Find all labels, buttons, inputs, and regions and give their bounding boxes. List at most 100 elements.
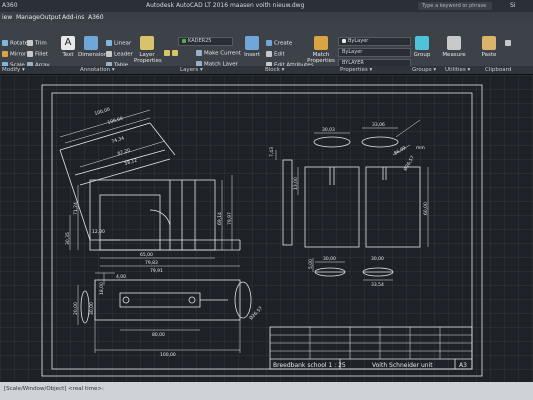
dim-65: 65,00: [140, 252, 153, 258]
edit-block-icon: [266, 51, 272, 57]
dim-80-00: 80,00: [152, 332, 165, 338]
linear-icon: [106, 40, 112, 46]
dim-18: 18,00: [99, 282, 105, 295]
clipboard-copy-icons[interactable]: [505, 40, 513, 47]
panel-label-block[interactable]: Block ▾: [265, 67, 284, 73]
create-block-icon: [266, 40, 272, 46]
panel-label-properties[interactable]: Properties ▾: [340, 67, 372, 73]
dim-diameter-2: Ø26,57: [402, 154, 416, 172]
panel-label-groups[interactable]: Groups ▾: [412, 67, 436, 73]
color-swatch: [342, 38, 346, 43]
dim-mm: mm: [416, 146, 425, 151]
text-button[interactable]: A Text: [58, 36, 78, 58]
front-view-right: [361, 119, 429, 248]
edit-block-button[interactable]: Edit: [266, 51, 285, 58]
panel-label-annotation[interactable]: Annotation ▾: [80, 67, 115, 73]
autocad-window: A360 Autodesk AutoCAD LT 2016 maasen voi…: [0, 0, 533, 400]
ribbon-tabs: iew Manage Output Add-ins A360: [0, 12, 533, 23]
dim-67: 67,20: [117, 147, 131, 157]
dimension-button[interactable]: Dimension: [78, 36, 107, 58]
quick-access-label[interactable]: A360: [2, 0, 18, 12]
rotate-button[interactable]: Rotate: [2, 40, 28, 47]
insert-button[interactable]: Insert: [242, 36, 262, 58]
text-icon: A: [61, 36, 75, 50]
tab-add-ins[interactable]: Add-ins: [62, 14, 84, 21]
linear-button[interactable]: Linear: [106, 40, 131, 47]
measure-button[interactable]: Measure: [440, 36, 468, 58]
fillet-icon: [27, 51, 33, 57]
narrow-plate-view: [275, 150, 293, 246]
dim-100-00: 100,00: [160, 352, 176, 358]
paste-icon: [482, 36, 496, 50]
sun-icon: [172, 50, 178, 56]
dim-30-00-b: 30,00: [371, 256, 384, 262]
leader-button[interactable]: Leader: [106, 51, 133, 58]
layer-tools-icons[interactable]: [164, 50, 180, 57]
search-input[interactable]: Type a keyword or phrase: [418, 2, 492, 10]
panel-label-modify[interactable]: Modify ▾: [2, 67, 25, 73]
dim-33-54: 33,54: [371, 282, 384, 288]
window-title: Autodesk AutoCAD LT 2016 maasen voith ni…: [146, 2, 305, 9]
copy-icon: [505, 40, 511, 46]
dim-58: 58,12: [124, 157, 138, 167]
dim-79-97: 79,97: [227, 212, 233, 225]
mirror-icon: [2, 51, 8, 57]
tab-manage[interactable]: Manage: [16, 14, 40, 21]
linetype-dropdown[interactable]: ByLayer: [338, 48, 411, 57]
mirror-button[interactable]: Mirror: [2, 51, 26, 58]
match-properties-button[interactable]: Match Properties: [306, 36, 336, 64]
dim-69-14: 69,14: [217, 212, 223, 225]
panel-label-utilities[interactable]: Utilities ▾: [445, 67, 470, 73]
dimension-icon: [84, 36, 98, 50]
dim-20-00: 20,00: [73, 302, 79, 315]
dim-7-43: 7,43: [269, 147, 275, 157]
dim-100-a: 100,00: [94, 107, 111, 117]
paste-button[interactable]: Paste: [478, 36, 500, 58]
insert-icon: [245, 36, 259, 50]
measure-icon: [447, 36, 461, 50]
sheet-border: [41, 84, 483, 377]
dim-30-35: 30,35: [65, 232, 71, 245]
group-button[interactable]: Group: [412, 36, 432, 58]
ribbon: Rotate Trim Mirror Fillet Scale Array AT…: [0, 23, 533, 72]
trim-icon: [27, 40, 33, 46]
title-bar: A360 Autodesk AutoCAD LT 2016 maasen voi…: [0, 0, 533, 12]
make-current-icon: [196, 50, 202, 56]
create-block-button[interactable]: Create: [266, 40, 292, 47]
drawing-canvas[interactable]: 100,00 100,00 74,34 67,20 58,12 71,24 30…: [0, 75, 533, 382]
dim-79-83: 79,83: [145, 260, 158, 266]
trim-button[interactable]: Trim: [27, 40, 47, 47]
rotate-icon: [2, 40, 8, 46]
tab-output[interactable]: Output: [40, 14, 61, 21]
fillet-button[interactable]: Fillet: [27, 51, 48, 58]
layer-properties-icon: [140, 36, 154, 50]
group-icon: [415, 36, 429, 50]
dim-60: 60,00: [423, 202, 429, 215]
layer-properties-button[interactable]: Layer Properties: [134, 36, 162, 64]
layer-dropdown[interactable]: KADER25: [178, 37, 233, 46]
titleblock-author: Voith Schneider unit: [372, 362, 433, 369]
dim-30-00-a: 30,00: [323, 256, 336, 262]
dim-74-34: 74,34: [111, 135, 125, 145]
panel-label-clipboard[interactable]: Clipboard: [485, 67, 511, 73]
titleblock-sheet: A3: [459, 362, 467, 369]
dim-33-06: 33,06: [372, 122, 385, 128]
make-current-button[interactable]: Make Current: [196, 50, 241, 57]
front-view-left: [297, 132, 360, 248]
command-line[interactable]: [Scale/Window/Object] <real time>:: [0, 382, 533, 400]
user-label[interactable]: Si: [510, 0, 515, 12]
tab-a360[interactable]: A360: [88, 14, 104, 21]
drawing-frame: [51, 92, 473, 370]
color-dropdown[interactable]: ByLayer: [338, 37, 411, 46]
drawing-viewport[interactable]: 100,00 100,00 74,34 67,20 58,12 71,24 30…: [0, 75, 533, 382]
lightbulb-icon: [164, 50, 170, 56]
dim-30-00-c: 30,00: [89, 302, 95, 315]
dim-5-00: 5,00: [308, 259, 314, 269]
dim-100-b: 100,00: [107, 116, 124, 126]
dim-79-91: 79,91: [150, 268, 163, 274]
layer-color-swatch: [182, 38, 186, 43]
dim-4-00: 4,00: [116, 274, 126, 280]
tab-view[interactable]: iew: [2, 14, 12, 21]
dim-71-24: 71,24: [73, 202, 79, 215]
panel-label-layers[interactable]: Layers ▾: [180, 67, 203, 73]
